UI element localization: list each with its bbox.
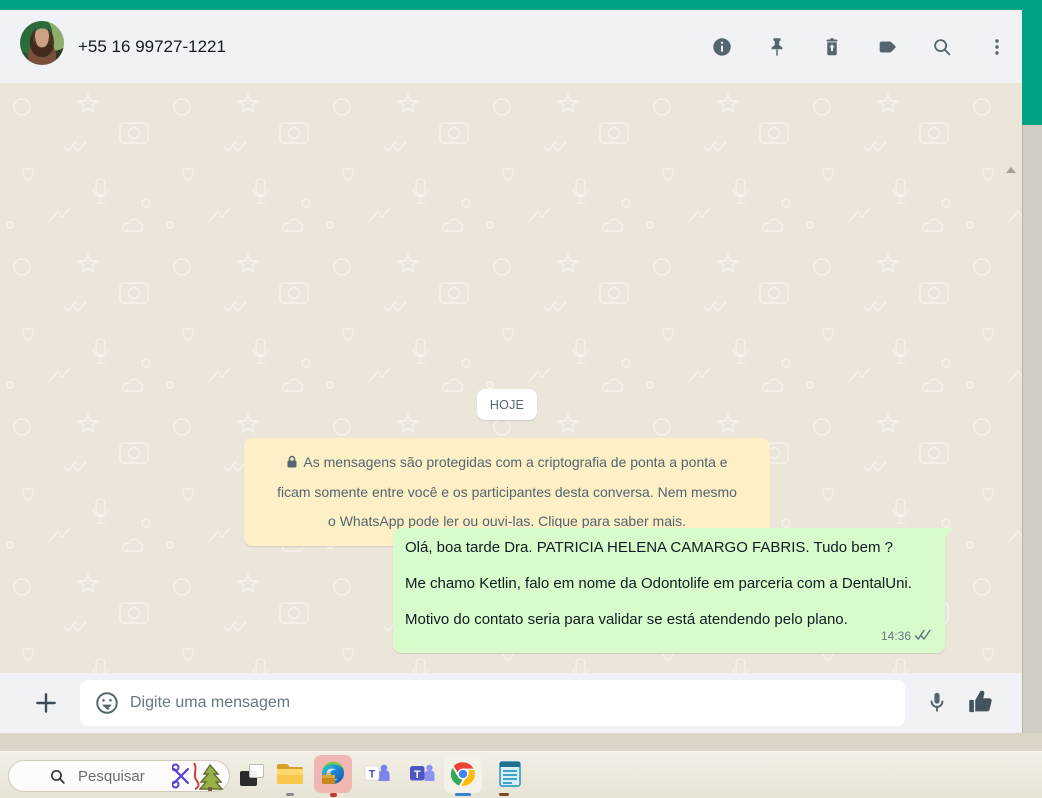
screen: +55 16 99727-1221 HOJE As mensagens são … bbox=[0, 0, 1042, 798]
label-icon[interactable] bbox=[876, 36, 898, 58]
scroll-up-icon[interactable] bbox=[1006, 167, 1016, 173]
background-window-edge-teal bbox=[1022, 0, 1042, 125]
contact-name[interactable]: +55 16 99727-1221 bbox=[78, 10, 226, 83]
task-view-front-square bbox=[249, 764, 264, 778]
pin-icon[interactable] bbox=[766, 36, 788, 58]
message-time: 14:36 bbox=[880, 629, 911, 643]
bubble-tail bbox=[945, 528, 953, 538]
lock-icon bbox=[286, 449, 298, 478]
outgoing-message[interactable]: Olá, boa tarde Dra. PATRICIA HELENA CAMA… bbox=[393, 528, 953, 653]
teams-icon[interactable]: T bbox=[358, 755, 396, 793]
info-icon[interactable] bbox=[711, 36, 733, 58]
mic-icon[interactable] bbox=[924, 689, 950, 715]
composer-bar bbox=[0, 673, 1022, 733]
date-divider: HOJE bbox=[477, 389, 537, 420]
holiday-doodle-icon bbox=[172, 762, 224, 791]
thumbs-up-icon[interactable] bbox=[966, 688, 996, 716]
teams-work-icon[interactable]: T bbox=[403, 755, 441, 793]
emoji-icon[interactable] bbox=[94, 690, 120, 716]
taskbar-search[interactable] bbox=[8, 760, 230, 792]
attach-plus-icon[interactable] bbox=[32, 689, 60, 717]
encryption-notice-text: As mensagens são protegidas com a cripto… bbox=[277, 454, 737, 529]
file-explorer-running-indicator bbox=[286, 793, 294, 796]
edge-work-icon[interactable] bbox=[314, 755, 352, 793]
task-view-icon[interactable] bbox=[238, 763, 268, 789]
background-window-edge bbox=[1022, 125, 1042, 751]
svg-text:T: T bbox=[414, 769, 421, 781]
edge-attention-indicator bbox=[330, 793, 337, 797]
delivered-double-check-icon bbox=[914, 626, 933, 647]
contact-avatar[interactable] bbox=[20, 21, 64, 65]
message-input[interactable] bbox=[130, 694, 891, 712]
menu-kebab-icon[interactable] bbox=[986, 36, 1008, 58]
chrome-icon[interactable] bbox=[444, 755, 482, 793]
file-explorer-icon[interactable] bbox=[271, 755, 309, 793]
search-icon bbox=[50, 769, 65, 784]
search-icon[interactable] bbox=[931, 36, 953, 58]
message-line: Motivo do contato seria para validar se … bbox=[405, 611, 848, 628]
window-top-accent bbox=[0, 0, 1042, 10]
header-actions bbox=[711, 10, 1008, 83]
desktop-background-strip bbox=[0, 733, 1042, 751]
chat-header: +55 16 99727-1221 bbox=[0, 10, 1022, 83]
message-input-pill[interactable] bbox=[80, 680, 905, 726]
notepad-icon[interactable] bbox=[491, 755, 529, 793]
notepad-running-indicator bbox=[499, 793, 509, 796]
chat-area[interactable]: HOJE As mensagens são protegidas com a c… bbox=[0, 83, 1022, 673]
message-meta: 14:36 bbox=[881, 626, 933, 647]
message-line: Me chamo Ketlin, falo em nome da Odontol… bbox=[405, 575, 912, 592]
svg-text:T: T bbox=[369, 769, 376, 781]
date-divider-label: HOJE bbox=[489, 397, 525, 412]
message-line: Olá, boa tarde Dra. PATRICIA HELENA CAMA… bbox=[405, 539, 893, 556]
whatsapp-window: +55 16 99727-1221 HOJE As mensagens são … bbox=[0, 10, 1022, 733]
taskbar-search-input[interactable] bbox=[78, 767, 170, 785]
delete-icon[interactable] bbox=[821, 36, 843, 58]
chrome-active-indicator bbox=[455, 793, 471, 796]
